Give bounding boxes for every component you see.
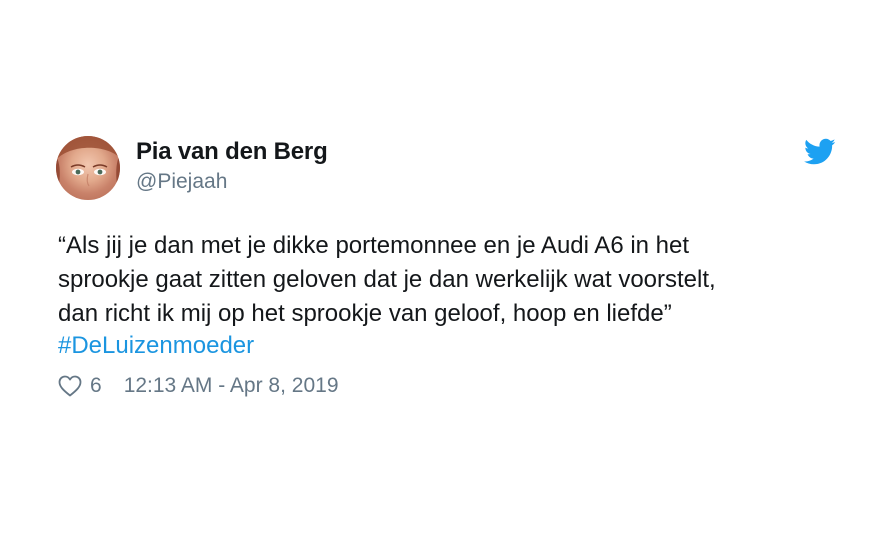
tweet-text-line: dan richt ik mij op het sprookje van gel…	[58, 300, 672, 327]
heart-outline-icon[interactable]	[58, 375, 82, 397]
hashtag-link[interactable]: #DeLuizenmoeder	[58, 332, 254, 360]
twitter-bird-icon[interactable]	[804, 138, 836, 166]
author-avatar[interactable]	[56, 136, 120, 200]
avatar-photo-icon	[56, 136, 120, 200]
tweet-text: “Als jij je dan met je dikke portemonnee…	[58, 229, 838, 331]
tweet-timestamp[interactable]: 12:13 AM - Apr 8, 2019	[124, 374, 339, 398]
tweet-text-line: sprookje gaat zitten geloven dat je dan …	[58, 266, 716, 293]
tweet-card: Pia van den Berg @Piejaah “Als jij je da…	[0, 0, 890, 533]
author-name[interactable]: Pia van den Berg	[136, 138, 328, 166]
tweet-meta: 6 12:13 AM - Apr 8, 2019	[58, 372, 339, 400]
author-handle[interactable]: @Piejaah	[136, 170, 227, 194]
tweet-text-line: “Als jij je dan met je dikke portemonnee…	[58, 232, 690, 259]
like-count[interactable]: 6	[90, 374, 102, 398]
